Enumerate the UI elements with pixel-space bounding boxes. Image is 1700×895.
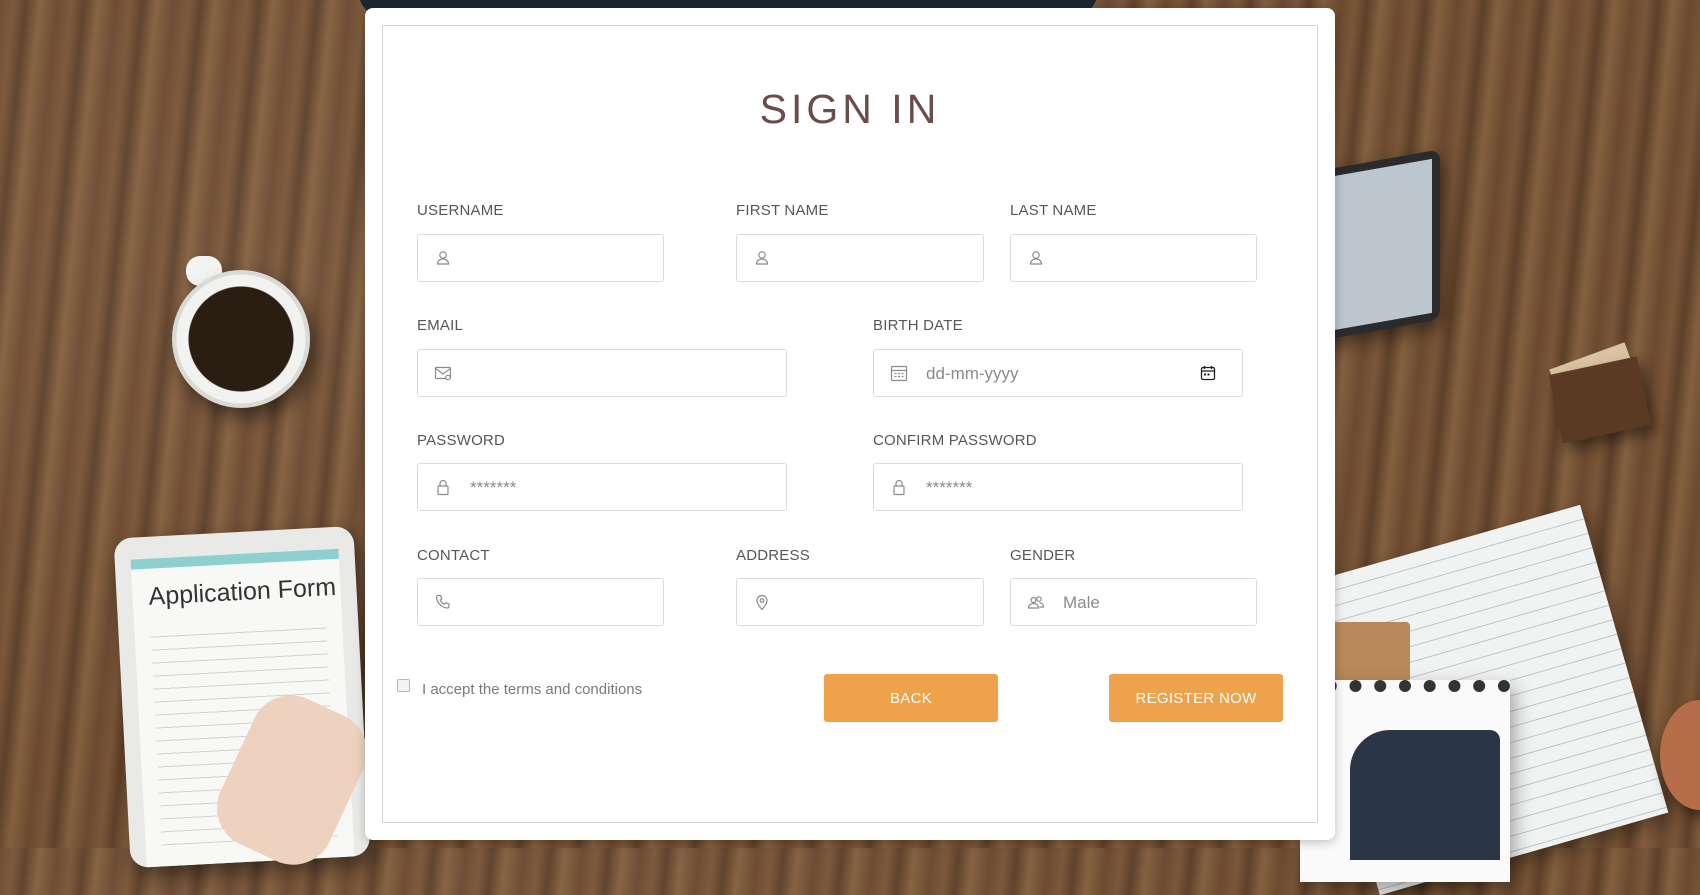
contact-input[interactable]	[417, 578, 664, 626]
confirm-password-label: CONFIRM PASSWORD	[873, 432, 1037, 449]
birth-date-placeholder: dd-mm-yyyy	[926, 364, 1019, 383]
lock-icon	[434, 478, 452, 496]
contact-label: CONTACT	[417, 547, 490, 564]
confirm-password-placeholder: *******	[926, 478, 973, 497]
address-input[interactable]	[736, 578, 984, 626]
username-input[interactable]	[417, 234, 664, 282]
phone-icon	[434, 593, 452, 611]
lock-icon	[890, 478, 908, 496]
calendar-icon	[890, 364, 908, 382]
last-name-label: LAST NAME	[1010, 202, 1097, 219]
envelope-icon	[434, 364, 452, 382]
back-button[interactable]: BACK	[824, 674, 998, 722]
sign-in-card: SIGN IN USERNAME FIRST NAME LAST NAME EM…	[365, 8, 1335, 840]
gender-value: Male	[1063, 593, 1100, 612]
password-input[interactable]: *******	[417, 463, 787, 511]
email-input[interactable]	[417, 349, 787, 397]
address-label: ADDRESS	[736, 547, 810, 564]
last-name-input[interactable]	[1010, 234, 1257, 282]
tablet-title: Application Form	[147, 572, 337, 611]
password-placeholder: *******	[470, 478, 517, 497]
email-label: EMAIL	[417, 317, 464, 334]
background-cloth	[1350, 730, 1500, 860]
users-icon	[1027, 593, 1045, 611]
birth-date-label: BIRTH DATE	[873, 317, 963, 334]
calendar-picker-icon[interactable]	[1200, 365, 1216, 381]
first-name-input[interactable]	[736, 234, 984, 282]
password-label: PASSWORD	[417, 432, 505, 449]
first-name-label: FIRST NAME	[736, 202, 829, 219]
terms-checkbox[interactable]	[397, 679, 410, 692]
confirm-password-input[interactable]: *******	[873, 463, 1243, 511]
page-title: SIGN IN	[759, 86, 941, 132]
birth-date-input[interactable]: dd-mm-yyyy	[873, 349, 1243, 397]
user-icon	[1027, 249, 1045, 267]
background-card	[1330, 622, 1410, 682]
user-icon	[434, 249, 452, 267]
background-pot	[1660, 700, 1700, 810]
gender-label: GENDER	[1010, 547, 1076, 564]
user-icon	[753, 249, 771, 267]
terms-label: I accept the terms and conditions	[422, 681, 643, 698]
coffee-cup	[172, 270, 310, 408]
username-label: USERNAME	[417, 202, 504, 219]
background-laptop	[1320, 149, 1440, 341]
gender-select[interactable]: Male	[1010, 578, 1257, 626]
location-pin-icon	[753, 593, 771, 611]
register-now-button[interactable]: REGISTER NOW	[1109, 674, 1283, 722]
